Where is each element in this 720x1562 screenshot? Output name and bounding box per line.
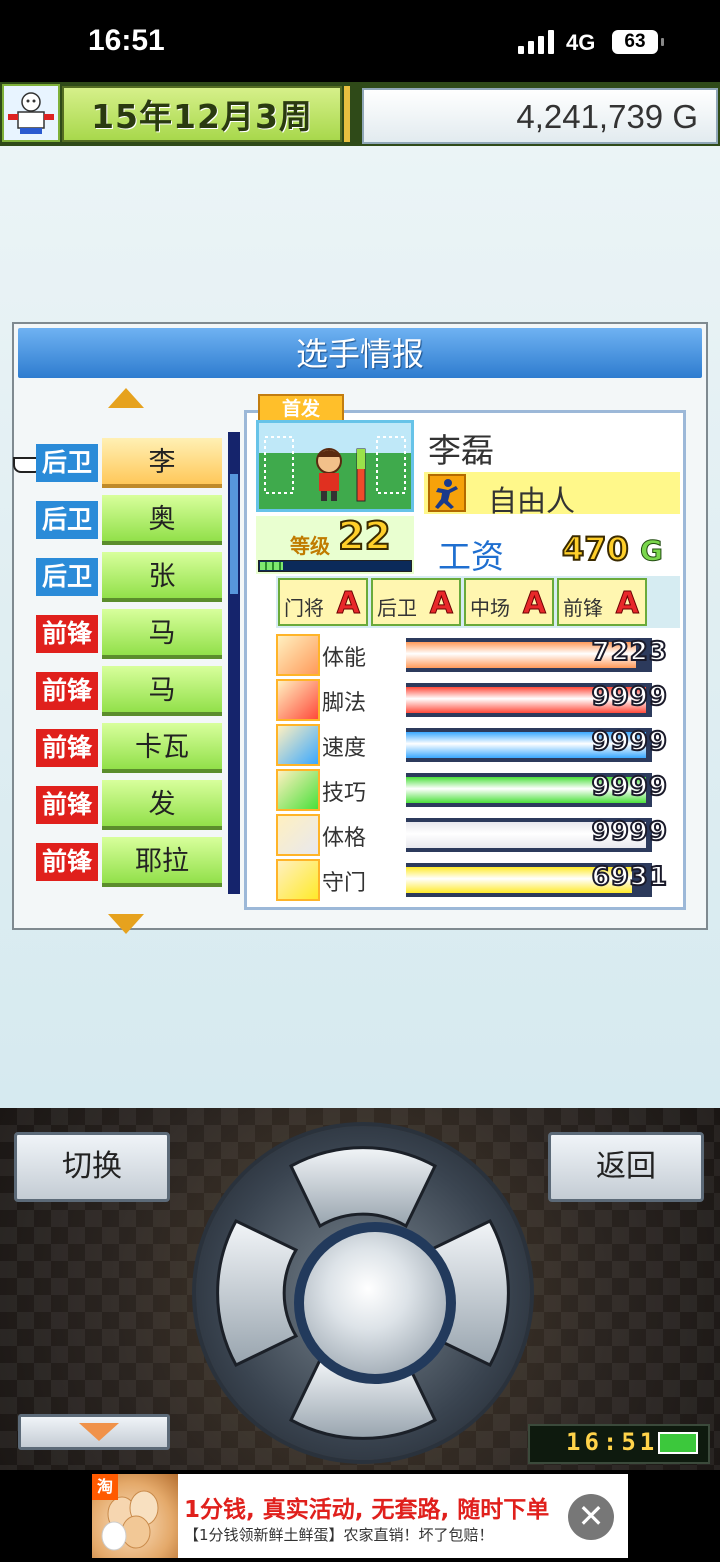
stat-value: 9999 <box>591 681 668 713</box>
stat-label: 速度 <box>322 736 367 761</box>
dpad-left[interactable] <box>216 1219 299 1367</box>
player-status: 自由人 <box>488 484 576 518</box>
page-down-button[interactable] <box>18 1414 170 1450</box>
money-amount: 4,241,739 G <box>516 98 698 135</box>
physique-icon <box>276 814 320 856</box>
scroll-down-icon[interactable] <box>108 914 144 934</box>
list-scrollbar-thumb[interactable] <box>230 474 238 594</box>
game-clock: 16:51 <box>566 1428 659 1456</box>
roster-position-badge: 前锋 <box>36 786 98 824</box>
ad-title[interactable]: 1分钱, 真实活动, 无套路, 随时下单 <box>184 1490 549 1524</box>
aptitude-grade: A <box>336 586 360 622</box>
stat-bar: 9999 <box>406 681 668 717</box>
game-battery-icon <box>658 1432 698 1454</box>
ad-taobao-tag: 淘 <box>92 1474 118 1500</box>
speed-icon <box>276 724 320 766</box>
roster-item[interactable]: 耶拉 <box>102 837 222 887</box>
money-display: 4,241,739 G <box>362 88 718 144</box>
status-time: 16:51 <box>88 24 165 57</box>
ad-subtitle[interactable]: 【1分钱领新鲜土鲜蛋】农家直销！坏了包赔！ <box>184 1524 494 1545</box>
date-display: 15年12月3周 <box>62 86 342 142</box>
stat-label: 体能 <box>322 646 367 671</box>
aptitude-cell: 后卫 A <box>371 578 461 626</box>
roster-item[interactable]: 张 <box>102 552 222 602</box>
aptitude-grade: A <box>615 586 639 622</box>
roster-position-badge: 前锋 <box>36 615 98 653</box>
stat-label: 技巧 <box>322 781 367 806</box>
stat-value: 9999 <box>591 726 668 758</box>
roster-item[interactable]: 马 <box>102 666 222 716</box>
roster-position-badge: 后卫 <box>36 558 98 596</box>
back-button[interactable]: 返回 <box>548 1132 704 1202</box>
goalkeeping-icon <box>276 859 320 901</box>
signal-icon <box>518 30 558 54</box>
aptitude-label: 门将 <box>284 596 324 620</box>
aptitude-label: 后卫 <box>377 596 417 620</box>
stat-bar: 9999 <box>406 816 668 852</box>
header-divider <box>344 86 350 142</box>
salary-label: 工资 <box>438 537 504 576</box>
stat-bar: 7223 <box>406 636 668 672</box>
stat-value: 9999 <box>591 816 668 848</box>
stat-bar: 6931 <box>406 861 668 897</box>
stat-value: 6931 <box>591 861 668 893</box>
level-value: 22 <box>337 513 392 559</box>
stamina-icon <box>276 634 320 676</box>
technique-icon <box>276 769 320 811</box>
roster-item[interactable]: 马 <box>102 609 222 659</box>
roster-position-badge: 前锋 <box>36 843 98 881</box>
salary-value: 470 <box>561 529 630 569</box>
scroll-up-icon[interactable] <box>108 388 144 408</box>
player-portrait <box>256 420 414 512</box>
salary-unit: G <box>640 534 664 568</box>
battery-icon: 63 <box>612 30 664 54</box>
roster-item[interactable]: 发 <box>102 780 222 830</box>
mascot-icon[interactable] <box>2 84 60 142</box>
stat-bar: 9999 <box>406 771 668 807</box>
free-role-icon <box>428 474 466 512</box>
ad-close-button[interactable]: ✕ <box>568 1494 614 1540</box>
game-date: 15年12月3周 <box>91 97 313 136</box>
network-type: 4G <box>566 30 596 55</box>
roster-position-badge: 前锋 <box>36 672 98 710</box>
roster-position-badge: 后卫 <box>36 444 98 482</box>
aptitude-grade: A <box>429 586 453 622</box>
roster-item[interactable]: 奥 <box>102 495 222 545</box>
panel-title: 选手情报 <box>18 328 702 378</box>
player-name: 李磊 <box>428 431 494 470</box>
kick-icon <box>276 679 320 721</box>
dpad-up[interactable] <box>289 1146 437 1229</box>
arrow-down-icon <box>79 1423 119 1441</box>
roster-position-badge: 后卫 <box>36 501 98 539</box>
stat-label: 脚法 <box>322 691 367 716</box>
roster-item[interactable]: 卡瓦 <box>102 723 222 773</box>
dpad-center-button[interactable] <box>294 1222 456 1384</box>
roster-item[interactable]: 李 <box>102 438 222 488</box>
aptitude-cell: 前锋 A <box>557 578 647 626</box>
stat-value: 9999 <box>591 771 668 803</box>
aptitude-cell: 门将 A <box>278 578 368 626</box>
exp-bar-fill <box>260 562 283 570</box>
stat-value: 7223 <box>591 636 668 668</box>
aptitude-grade: A <box>522 586 546 622</box>
aptitude-cell: 中场 A <box>464 578 554 626</box>
aptitude-label: 中场 <box>470 596 510 620</box>
stat-bar: 9999 <box>406 726 668 762</box>
roster-position-badge: 前锋 <box>36 729 98 767</box>
stat-label: 体格 <box>322 826 367 851</box>
switch-button[interactable]: 切换 <box>14 1132 170 1202</box>
stat-label: 守门 <box>322 871 367 896</box>
aptitude-label: 前锋 <box>563 596 603 620</box>
level-label: 等级 <box>290 534 330 558</box>
